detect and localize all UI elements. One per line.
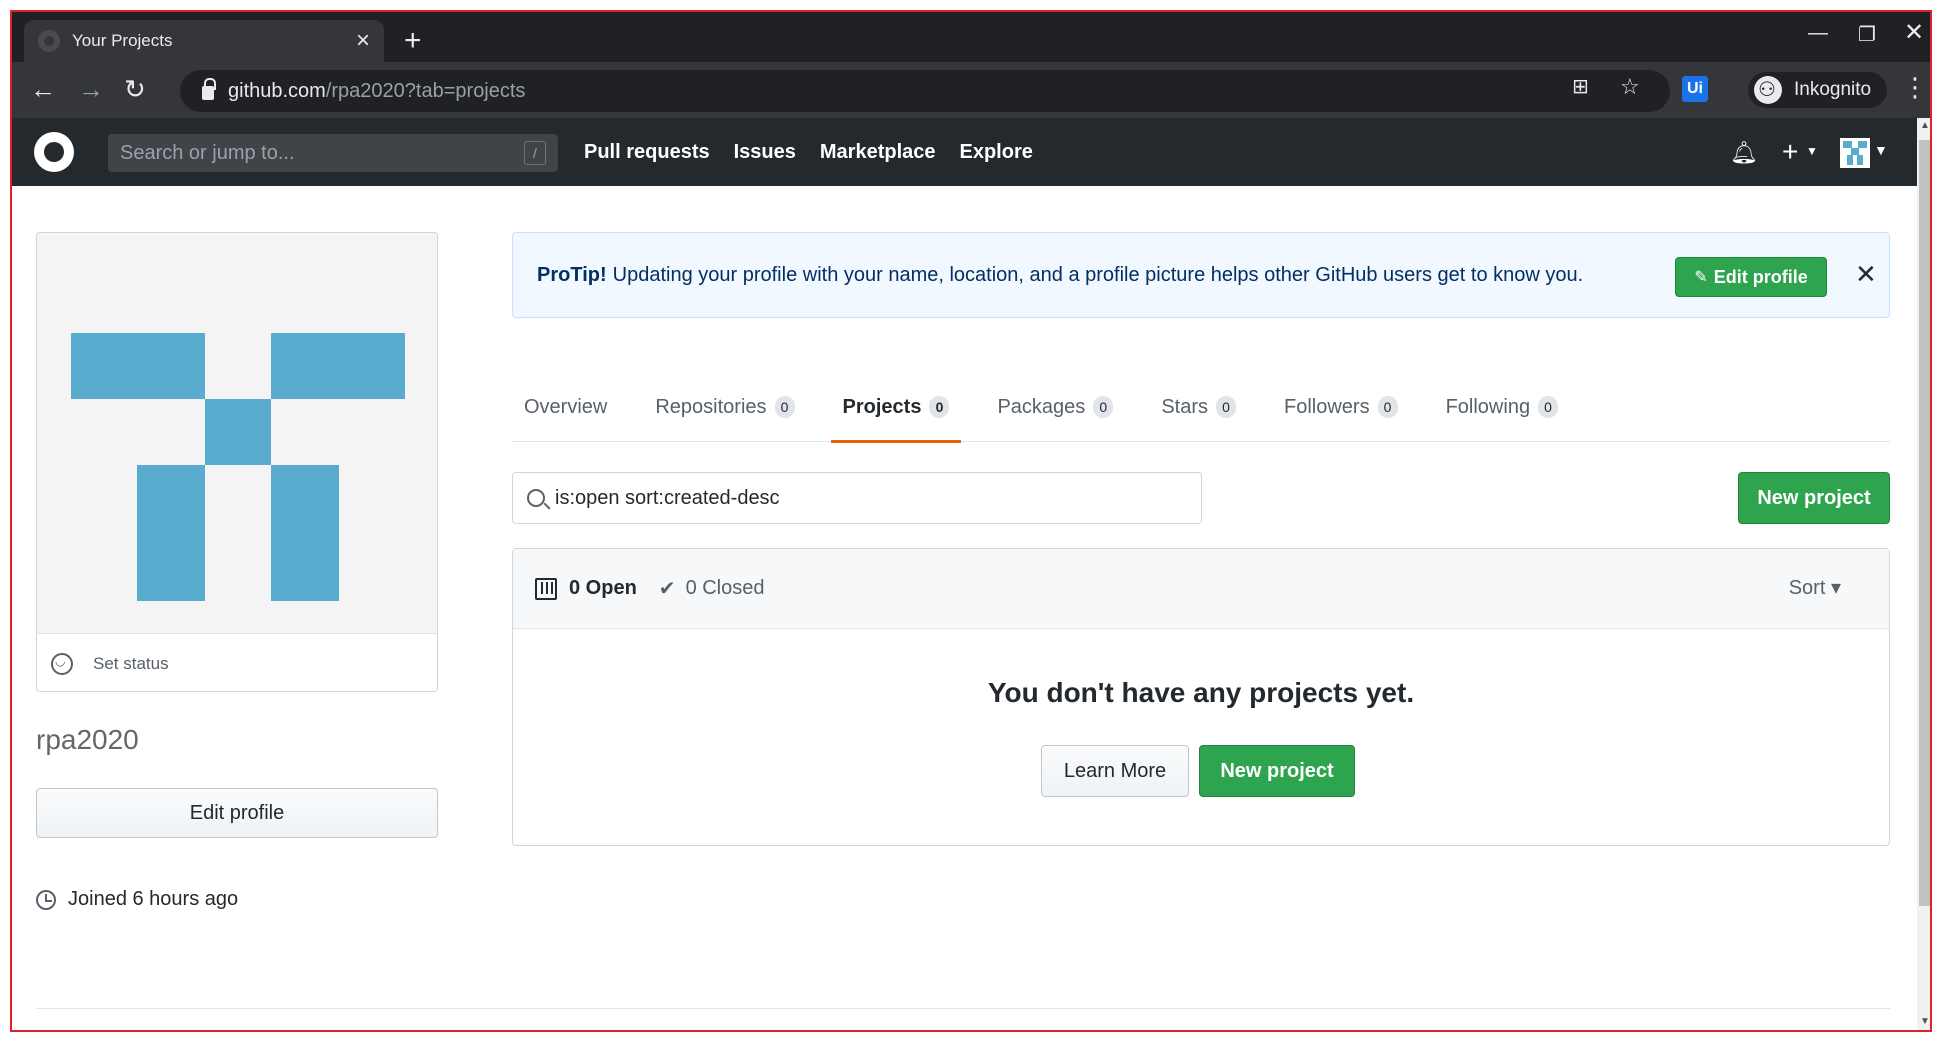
open-projects-filter[interactable]: 0 Open [569,577,637,600]
tab-label: Packages [997,395,1086,418]
github-logo-icon[interactable] [34,132,74,172]
tab-projects[interactable]: Projects 0 [830,372,962,443]
protip-label: ProTip! [537,263,607,286]
scroll-down-icon[interactable]: ▼ [1920,1016,1930,1027]
learn-more-button[interactable]: Learn More [1041,745,1189,797]
url-domain: github.com [228,79,326,102]
protip-edit-profile-label: Edit profile [1713,266,1808,287]
page-scrollbar[interactable]: ▲ ▼ [1917,118,1930,1030]
tab-title: Your Projects [72,31,173,50]
browser-toolbar: ← → ↻ github.com /rpa2020?tab=projects ⊞… [12,62,1930,118]
scroll-up-icon[interactable]: ▲ [1920,120,1930,131]
projects-search-input[interactable]: is:open sort:created-desc [512,472,1202,524]
github-nav: Pull requests Issues Marketplace Explore [584,118,1033,186]
pencil-icon: ✎ [1694,269,1708,286]
search-placeholder: Search or jump to... [120,141,295,164]
sort-dropdown[interactable]: Sort ▾ [1789,575,1841,600]
profile-identicon[interactable] [71,333,405,601]
nav-explore[interactable]: Explore [960,141,1033,164]
tab-count: 0 [1538,396,1559,418]
nav-marketplace[interactable]: Marketplace [820,141,936,164]
plus-caret-icon[interactable]: ▼ [1806,144,1818,158]
tab-followers[interactable]: Followers 0 [1272,372,1410,442]
window-close-icon[interactable]: ✕ [1904,18,1924,47]
protip-close-icon[interactable]: ✕ [1855,259,1877,290]
forward-icon[interactable]: → [78,72,104,106]
avatar-caret-icon[interactable]: ▼ [1874,142,1888,158]
back-icon[interactable]: ← [30,72,56,106]
tab-strip: Your Projects × + — ❐ ✕ [12,12,1930,62]
profile-avatar-card: Set status [36,232,438,692]
check-icon: ✔ [658,578,676,600]
tab-count: 0 [1377,396,1398,418]
translate-icon[interactable]: ⊞ [1572,74,1589,99]
lock-icon [202,78,216,100]
github-favicon-icon [38,30,60,52]
set-status-button[interactable]: Set status [37,633,437,691]
project-board-icon [535,577,557,600]
uipath-extension-icon[interactable]: Ui [1682,76,1708,102]
tab-stars[interactable]: Stars 0 [1149,372,1248,442]
address-bar[interactable]: github.com /rpa2020?tab=projects [180,70,1670,112]
tab-label: Following [1445,395,1531,418]
tab-label: Overview [524,395,608,418]
tab-overview[interactable]: Overview [512,372,619,442]
tab-count: 0 [774,396,795,418]
minimize-icon[interactable]: — [1808,22,1828,45]
reload-icon[interactable]: ↻ [124,72,146,106]
github-header: Search or jump to... / Pull requests Iss… [12,118,1917,186]
tab-repositories[interactable]: Repositories 0 [643,372,806,442]
new-project-empty-button[interactable]: New project [1199,745,1355,797]
projects-search-value: is:open sort:created-desc [555,486,780,509]
tab-label: Followers [1284,395,1370,418]
browser-window: Your Projects × + — ❐ ✕ ← → ↻ github.com… [10,10,1932,1032]
browser-tab[interactable]: Your Projects × [24,20,384,62]
nav-pull-requests[interactable]: Pull requests [584,141,710,164]
search-icon [527,489,545,507]
notifications-bell-icon[interactable]: 🔔︎ [1730,140,1758,166]
tab-label: Projects [842,395,922,418]
incognito-icon [1754,76,1782,104]
tab-close-icon[interactable]: × [356,29,370,53]
edit-profile-button[interactable]: Edit profile [36,788,438,838]
footer-divider [36,1008,1890,1009]
tab-following[interactable]: Following 0 [1434,372,1570,442]
tab-count: 0 [929,396,950,418]
tab-count: 0 [1216,396,1236,418]
restore-icon[interactable]: ❐ [1858,22,1876,47]
github-search-input[interactable]: Search or jump to... / [108,134,558,172]
tab-label: Stars [1161,395,1208,418]
tab-label: Repositories [655,395,767,418]
profile-tabs: Overview Repositories 0 Projects 0 Packa… [512,372,1890,443]
protip-message: Updating your profile with your name, lo… [612,263,1584,286]
incognito-label: Inkognito [1794,79,1872,100]
smiley-icon [51,652,73,675]
incognito-profile-button[interactable]: Inkognito [1748,72,1888,108]
url-path: /rpa2020?tab=projects [325,79,526,102]
protip-edit-profile-button[interactable]: ✎ Edit profile [1675,257,1827,297]
tab-count: 0 [1093,396,1114,418]
tab-packages[interactable]: Packages 0 [985,372,1125,442]
profile-username: rpa2020 [36,724,139,755]
clock-icon [36,889,56,910]
projects-box-header: 0 Open ✔ 0 Closed Sort ▾ [513,549,1889,629]
protip-banner: ProTip! Updating your profile with your … [512,232,1890,318]
scroll-thumb[interactable] [1919,140,1930,906]
nav-issues[interactable]: Issues [734,141,796,164]
menu-dots-icon[interactable]: ⋮ [1902,72,1928,103]
empty-state-title: You don't have any projects yet. [987,677,1415,708]
set-status-label: Set status [93,653,169,673]
create-new-plus-icon[interactable]: + [1782,136,1798,168]
new-tab-icon[interactable]: + [404,26,422,56]
projects-box: 0 Open ✔ 0 Closed Sort ▾ You don't have … [512,548,1890,846]
closed-projects-filter[interactable]: 0 Closed [686,577,765,600]
joined-info: Joined 6 hours ago [36,888,238,911]
star-icon[interactable]: ☆ [1620,74,1640,100]
user-avatar-icon[interactable] [1840,138,1870,168]
search-shortcut-key: / [524,141,546,165]
new-project-button[interactable]: New project [1738,472,1890,524]
joined-label: Joined 6 hours ago [68,888,239,910]
